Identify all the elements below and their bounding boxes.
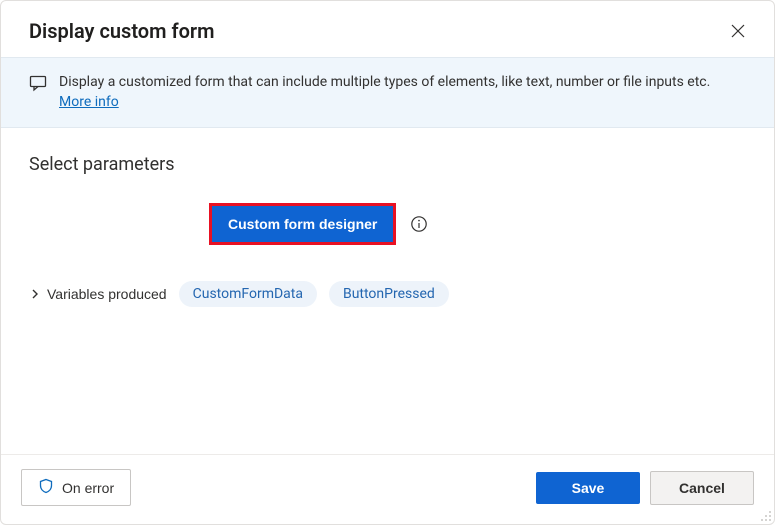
variable-chip-buttonpressed[interactable]: ButtonPressed bbox=[329, 281, 449, 307]
info-bar: Display a customized form that can inclu… bbox=[1, 57, 774, 128]
dialog-display-custom-form: Display custom form Display a customized… bbox=[0, 0, 775, 525]
info-text: Display a customized form that can inclu… bbox=[59, 72, 746, 113]
save-button[interactable]: Save bbox=[536, 472, 640, 504]
variable-chip-customformdata[interactable]: CustomFormData bbox=[179, 281, 317, 307]
info-tooltip-button[interactable] bbox=[410, 215, 428, 233]
variables-produced-label: Variables produced bbox=[47, 286, 167, 302]
chevron-right-icon bbox=[29, 288, 41, 300]
dialog-header: Display custom form bbox=[1, 1, 774, 57]
shield-icon bbox=[38, 478, 54, 497]
dialog-footer: On error Save Cancel bbox=[1, 454, 774, 524]
more-info-link[interactable]: More info bbox=[59, 94, 119, 110]
param-row-designer: Custom form designer bbox=[209, 203, 746, 245]
section-heading: Select parameters bbox=[29, 154, 746, 175]
close-icon bbox=[730, 23, 746, 39]
info-description: Display a customized form that can inclu… bbox=[59, 74, 710, 90]
highlight-frame: Custom form designer bbox=[209, 203, 396, 245]
cancel-button[interactable]: Cancel bbox=[650, 471, 754, 505]
on-error-label: On error bbox=[62, 480, 114, 496]
on-error-button[interactable]: On error bbox=[21, 469, 131, 506]
close-button[interactable] bbox=[724, 17, 752, 45]
custom-form-designer-button[interactable]: Custom form designer bbox=[212, 206, 393, 242]
message-icon bbox=[29, 74, 47, 96]
dialog-title: Display custom form bbox=[29, 19, 214, 43]
variables-produced-toggle[interactable]: Variables produced bbox=[29, 286, 167, 302]
info-icon bbox=[410, 215, 428, 233]
variables-row: Variables produced CustomFormData Button… bbox=[29, 281, 746, 307]
dialog-body: Select parameters Custom form designer V… bbox=[1, 128, 774, 454]
